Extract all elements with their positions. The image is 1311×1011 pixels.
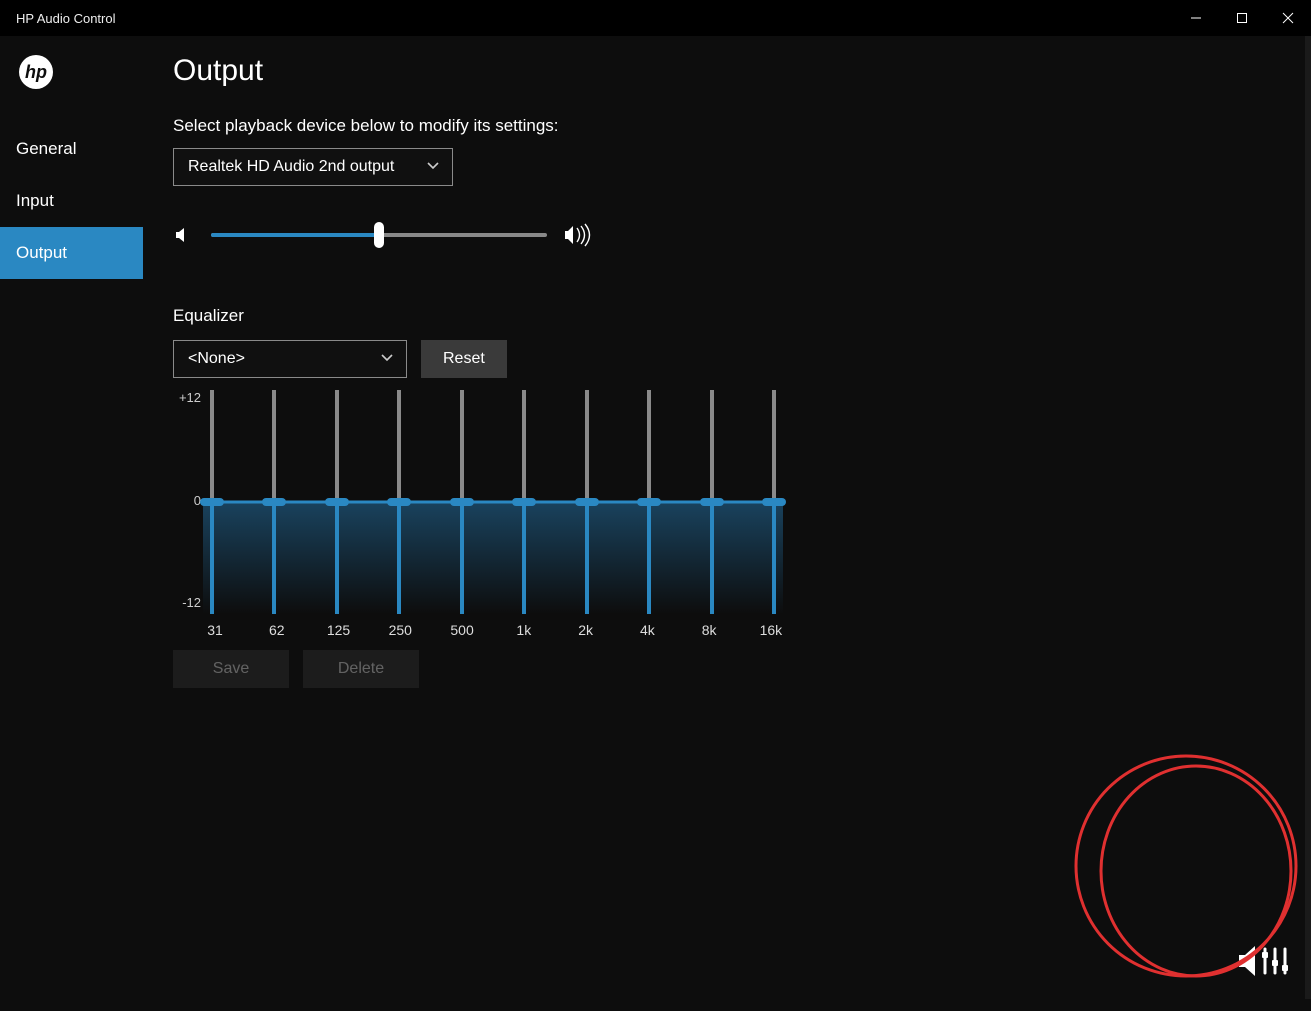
- eq-thumb[interactable]: [450, 498, 474, 506]
- volume-high-icon: [563, 224, 595, 246]
- svg-text:hp: hp: [25, 62, 47, 82]
- eq-thumb[interactable]: [637, 498, 661, 506]
- eq-baseline: [203, 501, 783, 504]
- eq-thumb[interactable]: [512, 498, 536, 506]
- volume-slider[interactable]: [211, 233, 547, 237]
- volume-fill: [211, 233, 379, 237]
- eq-band-250[interactable]: [390, 390, 408, 614]
- page-title: Output: [173, 54, 1281, 88]
- sidebar-item-general[interactable]: General: [0, 123, 143, 175]
- sidebar: hp General Input Output: [0, 36, 143, 999]
- playback-device-selected: Realtek HD Audio 2nd output: [188, 158, 394, 176]
- device-prompt: Select playback device below to modify i…: [173, 116, 1281, 136]
- eq-thumb[interactable]: [200, 498, 224, 506]
- eq-band-label: 8k: [697, 622, 721, 638]
- eq-band-label: 2k: [574, 622, 598, 638]
- eq-band-label: 4k: [635, 622, 659, 638]
- eq-y-top: +12: [179, 390, 201, 405]
- volume-row: [173, 224, 1281, 246]
- eq-thumb[interactable]: [700, 498, 724, 506]
- eq-band-8k[interactable]: [703, 390, 721, 614]
- sidebar-item-output[interactable]: Output: [0, 227, 143, 279]
- audio-overlay-icon[interactable]: [1237, 943, 1293, 979]
- volume-thumb[interactable]: [374, 222, 384, 248]
- eq-band-label: 16k: [759, 622, 783, 638]
- eq-band-62[interactable]: [265, 390, 283, 614]
- eq-band-31[interactable]: [203, 390, 221, 614]
- eq-preset-dropdown[interactable]: <None>: [173, 340, 407, 378]
- eq-thumb[interactable]: [575, 498, 599, 506]
- eq-band-1k[interactable]: [515, 390, 533, 614]
- eq-band-label: 125: [327, 622, 351, 638]
- eq-band-16k[interactable]: [765, 390, 783, 614]
- eq-band-4k[interactable]: [640, 390, 658, 614]
- close-button[interactable]: [1265, 0, 1311, 36]
- eq-band-label: 500: [450, 622, 474, 638]
- eq-band-2k[interactable]: [578, 390, 596, 614]
- titlebar: HP Audio Control: [0, 0, 1311, 36]
- equalizer-label: Equalizer: [173, 306, 1281, 326]
- delete-button[interactable]: Delete: [303, 650, 419, 688]
- sidebar-item-input[interactable]: Input: [0, 175, 143, 227]
- eq-thumb[interactable]: [325, 498, 349, 506]
- eq-preset-selected: <None>: [188, 350, 245, 368]
- eq-band-label: 1k: [512, 622, 536, 638]
- eq-y-bot: -12: [182, 595, 201, 610]
- eq-x-axis: 31 62 125 250 500 1k 2k 4k 8k 16k: [203, 622, 783, 638]
- eq-y-axis: +12 0 -12: [173, 390, 201, 610]
- eq-band-125[interactable]: [328, 390, 346, 614]
- eq-thumb[interactable]: [262, 498, 286, 506]
- chevron-down-icon: [380, 350, 394, 368]
- main-panel: Output Select playback device below to m…: [143, 36, 1311, 999]
- hp-logo-icon: hp: [18, 54, 143, 95]
- playback-device-dropdown[interactable]: Realtek HD Audio 2nd output: [173, 148, 453, 186]
- maximize-button[interactable]: [1219, 0, 1265, 36]
- eq-band-500[interactable]: [453, 390, 471, 614]
- eq-band-label: 250: [388, 622, 412, 638]
- eq-band-label: 31: [203, 622, 227, 638]
- volume-low-icon: [173, 224, 195, 246]
- scrollbar[interactable]: [1305, 36, 1311, 999]
- window-controls: [1173, 0, 1311, 36]
- eq-thumb[interactable]: [762, 498, 786, 506]
- app-title: HP Audio Control: [16, 11, 116, 26]
- eq-thumb[interactable]: [387, 498, 411, 506]
- chevron-down-icon: [426, 158, 440, 176]
- equalizer-grid: +12 0 -12: [173, 390, 783, 614]
- reset-button[interactable]: Reset: [421, 340, 507, 378]
- save-button[interactable]: Save: [173, 650, 289, 688]
- eq-band-label: 62: [265, 622, 289, 638]
- minimize-button[interactable]: [1173, 0, 1219, 36]
